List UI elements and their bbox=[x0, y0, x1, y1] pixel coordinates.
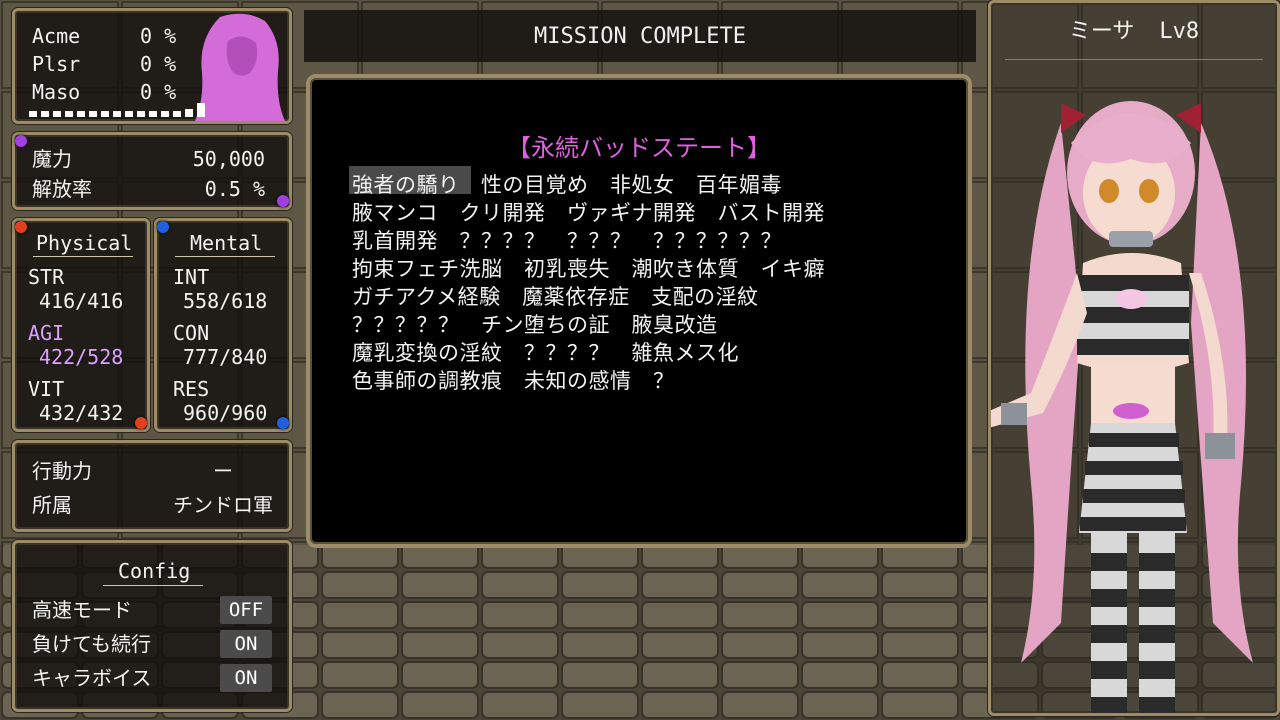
physical-title: Physical bbox=[36, 231, 133, 255]
divider bbox=[175, 256, 275, 257]
magic-panel: 魔力 50,000 解放率 0.5 % bbox=[12, 132, 292, 210]
maso-value: 0 % bbox=[140, 80, 177, 104]
res-label: RES bbox=[173, 377, 210, 401]
bad-state-line: 強者の驕り 性の目覚め 非処女 百年媚毒 bbox=[352, 173, 782, 197]
bad-state-line: 乳首開発 ？？？？ ？？？ ？？？？？？ bbox=[352, 229, 782, 253]
config-title: Config bbox=[118, 559, 191, 583]
mental-title: Mental bbox=[190, 231, 263, 255]
blue-gem-icon bbox=[157, 221, 169, 233]
mission-header: MISSION COMPLETE bbox=[304, 10, 976, 62]
action-points-value: ー bbox=[213, 459, 233, 483]
str-label: STR bbox=[28, 265, 65, 289]
divider bbox=[1005, 59, 1263, 60]
bad-state-line: ガチアクメ経験 魔薬依存症 支配の淫紋 bbox=[352, 285, 759, 309]
affiliation-value: チンドロ軍 bbox=[173, 493, 273, 517]
blue-gem-icon bbox=[277, 417, 289, 429]
mental-stats-panel: Mental INT 558/618 CON 777/840 RES 960/9… bbox=[154, 218, 292, 432]
character-name: ミーサ bbox=[1068, 19, 1135, 44]
arousal-status-panel: Acme 0 % Plsr 0 % Maso 0 % bbox=[12, 8, 292, 124]
continue-on-loss-toggle[interactable]: ON bbox=[220, 630, 272, 658]
release-rate-value: 0.5 % bbox=[204, 177, 265, 201]
bad-state-heading: 【永続バッドステート】 bbox=[507, 134, 771, 162]
divider bbox=[103, 585, 203, 586]
character-voice-toggle[interactable]: ON bbox=[220, 664, 272, 692]
red-gem-icon bbox=[15, 221, 27, 233]
red-gem-icon bbox=[135, 417, 147, 429]
character-name-bar: ミーサ Lv8 bbox=[991, 13, 1277, 45]
fast-mode-label: 高速モード bbox=[32, 598, 132, 622]
release-rate-label: 解放率 bbox=[32, 177, 92, 201]
bad-state-line: 腋マンコ クリ開発 ヴァギナ開発 バスト開発 bbox=[352, 201, 825, 225]
character-voice-label: キャラボイス bbox=[32, 666, 152, 690]
purple-gem-icon bbox=[277, 195, 289, 207]
action-points-label: 行動力 bbox=[32, 459, 92, 483]
mission-title: MISSION COMPLETE bbox=[534, 23, 746, 49]
plsr-label: Plsr bbox=[32, 52, 81, 76]
affiliation-label: 所属 bbox=[32, 493, 72, 517]
continue-on-loss-label: 負けても続行 bbox=[32, 632, 151, 656]
int-value: 558/618 bbox=[183, 289, 268, 313]
bad-state-line: 拘束フェチ洗脳 初乳喪失 潮吹き体質 イキ癖 bbox=[352, 257, 825, 281]
character-panel: ミーサ Lv8 bbox=[988, 0, 1280, 716]
character-level: Lv8 bbox=[1159, 19, 1200, 44]
fast-mode-toggle[interactable]: OFF bbox=[220, 596, 272, 624]
bad-state-line: 魔乳変換の淫紋 ？？？？ 雑魚メス化 bbox=[352, 341, 739, 365]
magic-power-label: 魔力 bbox=[32, 147, 72, 171]
info-panel: 行動力 ー 所属 チンドロ軍 bbox=[12, 440, 292, 532]
agi-value: 422/528 bbox=[39, 345, 124, 369]
con-label: CON bbox=[173, 321, 210, 345]
agi-label: AGI bbox=[28, 321, 65, 345]
vit-value: 432/432 bbox=[39, 401, 124, 425]
bad-state-line: 色事師の調教痕 未知の感情 ？ bbox=[352, 369, 675, 393]
magic-power-value: 50,000 bbox=[192, 147, 265, 171]
res-value: 960/960 bbox=[183, 401, 268, 425]
bad-state-line: ？？？？？ チン堕ちの証 腋臭改造 bbox=[352, 313, 718, 337]
purple-gem-icon bbox=[15, 135, 27, 147]
physical-stats-panel: Physical STR 416/416 AGI 422/528 VIT 432… bbox=[12, 218, 150, 432]
vit-label: VIT bbox=[28, 377, 65, 401]
int-label: INT bbox=[173, 265, 210, 289]
divider bbox=[33, 256, 133, 257]
con-value: 777/840 bbox=[183, 345, 268, 369]
str-value: 416/416 bbox=[39, 289, 124, 313]
acme-label: Acme bbox=[32, 24, 81, 48]
acme-value: 0 % bbox=[140, 24, 177, 48]
arousal-gauge bbox=[29, 103, 209, 119]
character-portrait bbox=[991, 101, 1253, 713]
maso-label: Maso bbox=[32, 80, 81, 104]
plsr-value: 0 % bbox=[140, 52, 177, 76]
config-panel: Config 高速モード OFF 負けても続行 ON キャラボイス ON bbox=[12, 540, 292, 712]
